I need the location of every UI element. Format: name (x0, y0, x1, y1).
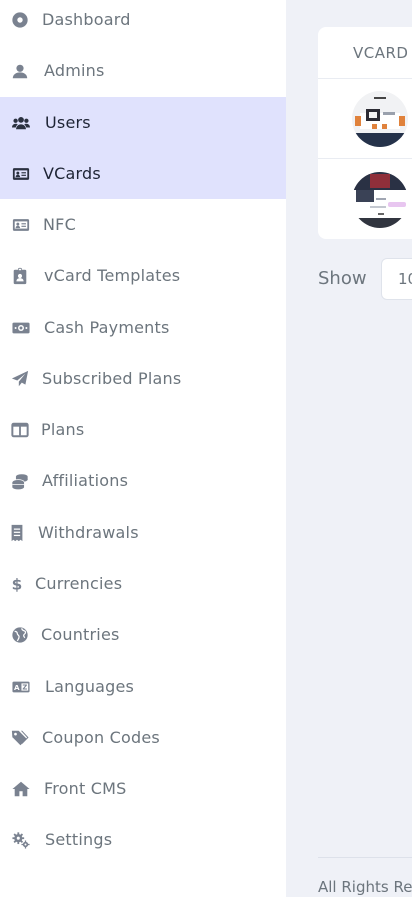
sidebar-item-users[interactable]: Users (0, 97, 286, 148)
sidebar-item-label: vCard Templates (44, 266, 181, 285)
sidebar-item-vcards[interactable]: VCards (0, 148, 286, 199)
sidebar-item-label: Languages (45, 677, 135, 696)
sidebar-item-label: Dashboard (42, 10, 131, 29)
language-icon: AZ (11, 677, 31, 697)
receipt-icon (7, 523, 27, 543)
columns-icon (10, 420, 30, 440)
users-icon (11, 113, 31, 133)
sidebar-item-subscribed-plans[interactable]: Subscribed Plans (0, 353, 286, 404)
footer-divider (318, 857, 412, 858)
vcards-table: VCARD (318, 27, 412, 239)
main-content: VCARD Show 1 All Rights Re (286, 0, 412, 897)
sidebar-item-label: Cash Payments (44, 318, 170, 337)
sidebar-item-withdrawals[interactable]: Withdrawals (0, 507, 286, 558)
sidebar: Dashboard Admins Users VCards NFC vCard … (0, 0, 286, 897)
sidebar-item-label: Admins (44, 61, 105, 80)
svg-text:$: $ (12, 575, 23, 593)
table-divider (318, 78, 412, 79)
id-card-icon (11, 164, 31, 184)
dashboard-icon (10, 10, 30, 30)
sidebar-item-label: VCards (43, 164, 101, 183)
sidebar-item-label: Plans (41, 420, 85, 439)
sidebar-item-nfc[interactable]: NFC (0, 199, 286, 250)
sidebar-item-vcard-templates[interactable]: vCard Templates (0, 250, 286, 301)
sidebar-item-cash-payments[interactable]: Cash Payments (0, 302, 286, 353)
nfc-card-icon (11, 215, 31, 235)
sidebar-item-label: Coupon Codes (42, 728, 160, 747)
sidebar-item-label: Front CMS (44, 779, 127, 798)
sidebar-item-label: Withdrawals (38, 523, 139, 542)
admin-user-icon (10, 61, 30, 81)
footer-copyright: All Rights Re (318, 878, 412, 896)
money-bill-icon (11, 318, 31, 338)
sidebar-item-label: NFC (43, 215, 76, 234)
sidebar-item-label: Currencies (35, 574, 123, 593)
id-badge-icon (10, 266, 30, 286)
vcard-thumbnail-icon[interactable] (352, 91, 408, 147)
globe-icon (10, 625, 30, 645)
sidebar-item-front-cms[interactable]: Front CMS (0, 763, 286, 814)
sidebar-item-label: Users (45, 113, 91, 132)
sidebar-item-dashboard[interactable]: Dashboard (0, 0, 286, 45)
svg-text:Z: Z (22, 683, 27, 691)
show-entries-label: Show (318, 268, 367, 289)
table-divider (318, 158, 412, 159)
page-size-select[interactable]: 10 (381, 258, 412, 300)
dollar-icon: $ (7, 574, 27, 594)
sidebar-item-admins[interactable]: Admins (0, 45, 286, 96)
sidebar-item-languages[interactable]: AZ Languages (0, 661, 286, 712)
column-header-vcard[interactable]: VCARD (353, 44, 408, 62)
sidebar-item-label: Countries (41, 625, 120, 644)
sidebar-item-affiliations[interactable]: Affiliations (0, 455, 286, 506)
sidebar-item-currencies[interactable]: $ Currencies (0, 558, 286, 609)
tags-icon (10, 728, 30, 748)
sidebar-item-plans[interactable]: Plans (0, 404, 286, 455)
sidebar-item-settings[interactable]: Settings (0, 814, 286, 865)
paper-plane-icon (10, 369, 30, 389)
sidebar-item-countries[interactable]: Countries (0, 609, 286, 660)
coins-icon (10, 471, 30, 491)
sidebar-item-coupon-codes[interactable]: Coupon Codes (0, 712, 286, 763)
svg-text:A: A (14, 683, 20, 692)
vcard-thumbnail-icon[interactable] (352, 172, 408, 228)
cogs-icon (11, 830, 31, 850)
sidebar-item-label: Subscribed Plans (42, 369, 182, 388)
sidebar-item-label: Affiliations (42, 471, 129, 490)
home-icon (11, 779, 31, 799)
sidebar-item-label: Settings (45, 830, 113, 849)
